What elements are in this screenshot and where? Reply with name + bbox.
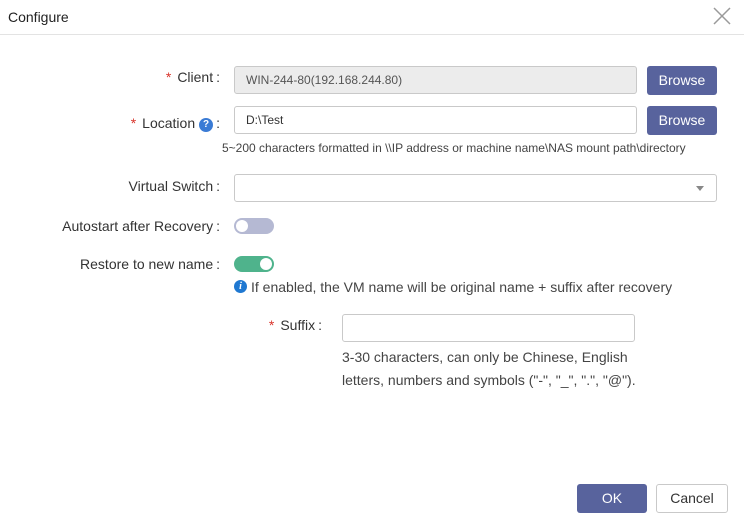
restore-new-name-toggle[interactable]	[234, 256, 274, 272]
suffix-label: * Suffix:	[268, 317, 322, 333]
ok-button[interactable]: OK	[577, 484, 647, 513]
chevron-down-icon[interactable]	[696, 186, 704, 191]
configure-dialog: Configure * Client: WIN-244-80(192.168.24…	[0, 0, 744, 530]
info-icon: i	[234, 280, 247, 293]
restore-new-name-info: If enabled, the VM name will be original…	[251, 279, 673, 295]
suffix-hint: 3-30 characters, can only be Chinese, En…	[342, 349, 636, 388]
autostart-label: Autostart after Recovery:	[62, 218, 220, 234]
restore-new-name-label: Restore to new name:	[80, 256, 220, 272]
virtual-switch-select[interactable]	[234, 174, 717, 202]
cancel-button[interactable]: Cancel	[656, 484, 728, 513]
help-icon[interactable]: ?	[199, 118, 214, 132]
location-label: * Location?:	[130, 115, 220, 132]
dialog-title: Configure	[8, 9, 69, 25]
toggle-knob	[260, 258, 272, 270]
autostart-toggle[interactable]	[234, 218, 274, 234]
suffix-input[interactable]	[342, 314, 635, 342]
client-field[interactable]: WIN-244-80(192.168.244.80)	[234, 66, 637, 94]
toggle-knob	[236, 220, 248, 232]
client-label: * Client:	[165, 69, 220, 85]
close-icon[interactable]	[711, 5, 733, 27]
location-hint: 5~200 characters formatted in \\IP addre…	[222, 141, 686, 155]
client-browse-button[interactable]: Browse	[647, 66, 717, 95]
dialog-header: Configure	[0, 0, 744, 35]
location-input[interactable]: D:\Test	[234, 106, 637, 134]
virtual-switch-label: Virtual Switch:	[128, 178, 220, 194]
location-browse-button[interactable]: Browse	[647, 106, 717, 135]
